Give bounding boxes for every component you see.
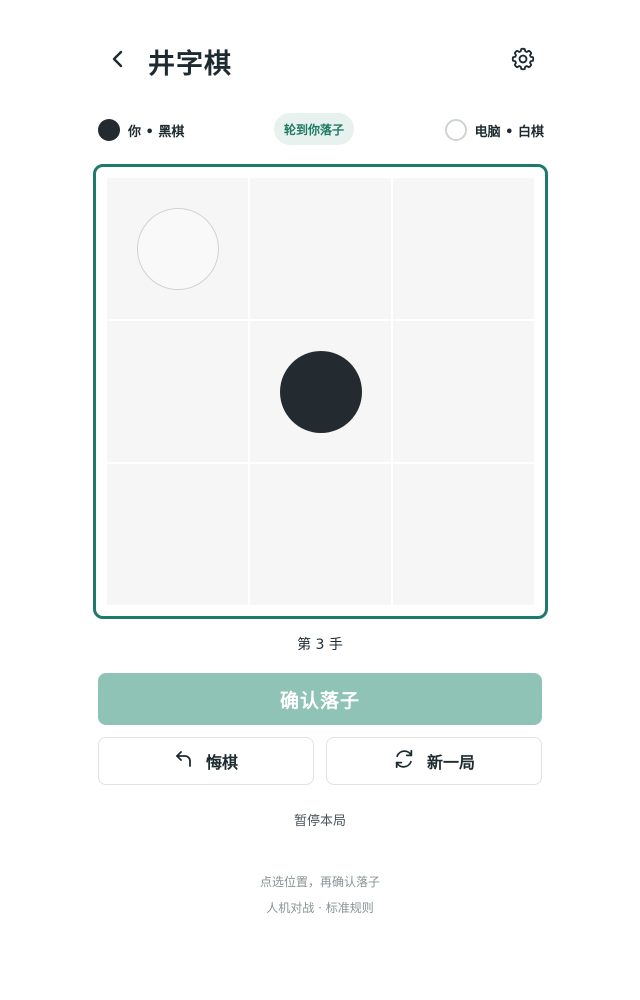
board-cell-3-2[interactable] bbox=[249, 463, 392, 606]
move-counter: 第 3 手 bbox=[297, 637, 343, 653]
board-cell-3-1[interactable] bbox=[106, 463, 249, 606]
new-game-button[interactable]: 新一局 bbox=[326, 737, 542, 785]
mode-text: 人机对战 · 标准规则 bbox=[266, 901, 374, 915]
board-cell-3-3[interactable] bbox=[392, 463, 535, 606]
hint-text: 点选位置，再确认落子 bbox=[259, 875, 380, 889]
refresh-icon bbox=[393, 748, 427, 774]
board-cell-1-2[interactable] bbox=[249, 177, 392, 320]
new-game-label: 新一局 bbox=[426, 753, 475, 772]
player-cpu: 电脑 • 白棋 bbox=[444, 112, 544, 148]
chevron-left-icon bbox=[111, 50, 125, 72]
board-cell-1-1[interactable] bbox=[106, 177, 249, 320]
gear-icon bbox=[510, 46, 536, 76]
player-you: 你 • 黑棋 bbox=[98, 112, 184, 148]
white-stone bbox=[136, 207, 219, 290]
header: 井字棋 bbox=[0, 0, 640, 120]
black-stone-icon bbox=[98, 119, 120, 141]
white-stone-icon bbox=[444, 119, 467, 141]
undo-button[interactable]: 悔棋 bbox=[98, 737, 314, 785]
board-cell-1-3[interactable] bbox=[392, 177, 535, 320]
undo-arrow-icon bbox=[174, 749, 206, 773]
back-button[interactable] bbox=[104, 46, 132, 76]
player-you-label: 你 • 黑棋 bbox=[128, 124, 185, 140]
players-bar: 你 • 黑棋 轮到你落子 电脑 • 白棋 bbox=[98, 112, 544, 148]
player-cpu-label: 电脑 • 白棋 bbox=[474, 124, 544, 140]
board-grid bbox=[106, 177, 535, 606]
board-cell-2-2[interactable] bbox=[249, 320, 392, 463]
undo-label: 悔棋 bbox=[205, 753, 238, 772]
board-cell-2-3[interactable] bbox=[392, 320, 535, 463]
black-stone bbox=[279, 350, 362, 433]
confirm-move-button[interactable]: 确认落子 bbox=[98, 673, 542, 725]
turn-badge: 轮到你落子 bbox=[274, 113, 354, 145]
board-cell-2-1[interactable] bbox=[106, 320, 249, 463]
page-title: 井字棋 bbox=[148, 49, 232, 80]
game-board bbox=[93, 164, 548, 619]
settings-button[interactable] bbox=[508, 46, 538, 76]
pause-game-link[interactable]: 暂停本局 bbox=[0, 810, 640, 829]
